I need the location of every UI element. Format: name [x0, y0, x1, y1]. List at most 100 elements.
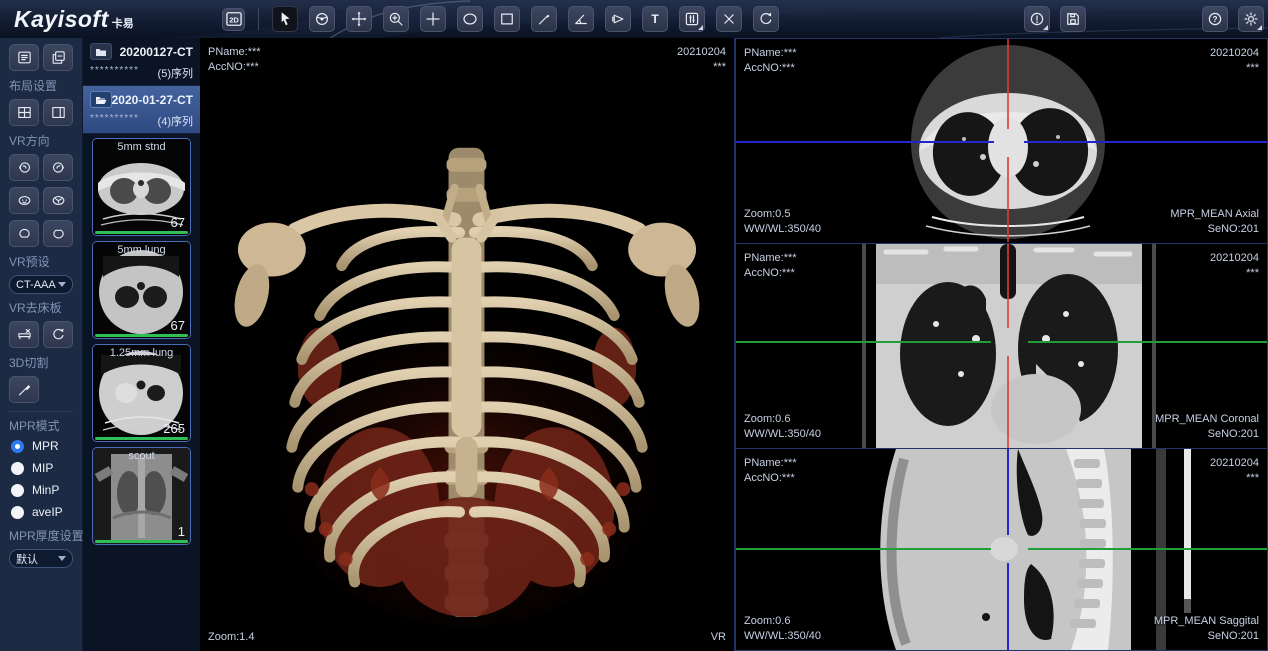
vr-head-bottom-button[interactable] [43, 220, 73, 247]
mpr-thickness-select[interactable]: 默认 [9, 549, 73, 568]
text-annotation-button[interactable]: T [642, 6, 668, 32]
chevron-down-icon [58, 556, 66, 561]
reset-view-button[interactable] [753, 6, 779, 32]
vr-head-front-button[interactable] [9, 187, 39, 214]
cursor-select-button[interactable] [272, 6, 298, 32]
study-title: 20200127-CT [120, 45, 193, 59]
masked-value: *** [1210, 61, 1259, 76]
measure-line-icon [535, 10, 553, 28]
text-annotation-icon: T [646, 10, 664, 28]
measure-angle-button[interactable] [568, 6, 594, 32]
zoom-magnifier-icon [387, 10, 405, 28]
vr-overlay-bottom-right: VR [711, 630, 726, 645]
ellipse-roi-icon [461, 10, 479, 28]
vr-head-right-button[interactable] [43, 154, 73, 181]
mpr-plane-label: MPR_MEAN Coronal [1155, 412, 1259, 427]
radio-label: MinP [32, 483, 59, 497]
series-number: SeNO:201 [1170, 222, 1259, 237]
vr-head-right-icon [50, 159, 67, 176]
vr-preset-select[interactable]: CT-AAA [9, 275, 73, 294]
vr-head-top-button[interactable] [9, 220, 39, 247]
mpr-mode-option-aveip[interactable]: aveIP [11, 505, 73, 519]
radio-unchecked-icon [11, 484, 24, 497]
window-level: WW/WL:350/40 [744, 427, 821, 442]
layout-grid-button[interactable] [9, 99, 39, 126]
study-title: 2020-01-27-CT [112, 93, 193, 107]
info-button[interactable] [1024, 6, 1050, 32]
mpr-thickness-value: 默认 [16, 551, 38, 567]
remove-bed-button[interactable] [9, 321, 39, 348]
rectangle-roi-icon [498, 10, 516, 28]
vr-head-back-button[interactable] [43, 187, 73, 214]
thumbnail-1-25mm-lung[interactable]: 1.25mm lung 265 [92, 344, 191, 442]
zoom-button[interactable] [383, 6, 409, 32]
thumbnail-scout[interactable]: scout 1 [92, 447, 191, 545]
vr-head-front-icon [16, 192, 33, 209]
fly-through-button[interactable] [605, 6, 631, 32]
vr-overlay-bottom-left: Zoom:1.4 [208, 630, 254, 645]
svg-text:?: ? [1213, 15, 1218, 24]
patient-name: PName:*** [744, 456, 797, 471]
measure-line-button[interactable] [531, 6, 557, 32]
2d-view-icon: 2D [224, 9, 244, 29]
scalpel-icon [16, 381, 33, 398]
main-area: 布局设置 VR方向 [0, 38, 1268, 651]
zoom-factor: Zoom:0.5 [744, 207, 821, 222]
mpr-sagittal-viewport[interactable]: PName:***AccNO:*** 20210204*** Zoom:0.6W… [735, 448, 1268, 651]
3d-cut-label: 3D切割 [9, 354, 73, 371]
layout-right-column-icon [50, 104, 67, 121]
reset-rotate-icon [50, 326, 67, 343]
help-button[interactable]: ? [1202, 6, 1228, 32]
bed-remove-icon [16, 326, 33, 343]
thumbnail-image-count: 67 [171, 215, 185, 230]
toolbar-divider [258, 8, 259, 30]
study-item-2-selected[interactable]: 2020-01-27-CT ********** (4)序列 [83, 86, 200, 134]
crosshair-button[interactable] [420, 6, 446, 32]
crosshair-icon [424, 10, 442, 28]
accession-number: AccNO:*** [208, 60, 261, 75]
mpr-coronal-viewport[interactable]: PName:***AccNO:*** 20210204*** Zoom:0.6W… [735, 243, 1268, 448]
settings-button[interactable] [1238, 6, 1264, 32]
pan-button[interactable] [346, 6, 372, 32]
layout-right-column-button[interactable] [43, 99, 73, 126]
folder-open-icon[interactable] [90, 91, 112, 108]
thumbnail-5mm-stnd[interactable]: 5mm stnd 67 [92, 138, 191, 236]
thumbnail-image-count: 67 [171, 318, 185, 333]
vr-3d-viewport[interactable]: PName:*** AccNO:*** 20210204 *** Zoom:1.… [200, 38, 735, 651]
vr-remove-bed-label: VR去床板 [9, 299, 73, 316]
folder-closed-icon[interactable] [90, 43, 112, 60]
vr-head-left-button[interactable] [9, 154, 39, 181]
rectangle-roi-button[interactable] [494, 6, 520, 32]
mpr-mode-option-mip[interactable]: MIP [11, 461, 73, 475]
left-tool-sidebar: 布局设置 VR方向 [0, 38, 83, 651]
thumbnail-progress-bar [95, 231, 188, 234]
window-level-presets-button[interactable] [679, 6, 705, 32]
study-series-count: (5)序列 [158, 65, 193, 81]
mpr-mode-option-minp[interactable]: MinP [11, 483, 73, 497]
masked-value: *** [1210, 266, 1259, 281]
radio-unchecked-icon [11, 462, 24, 475]
pan-icon [350, 10, 368, 28]
layout-copy-button[interactable] [43, 44, 73, 71]
mpr-axial-viewport[interactable]: PName:***AccNO:*** 20210204*** Zoom:0.5W… [735, 38, 1268, 243]
layout-panel-button[interactable] [9, 44, 39, 71]
dropdown-corner-mark [1257, 25, 1262, 30]
series-number: SeNO:201 [1155, 427, 1259, 442]
thumbnail-5mm-lung[interactable]: 5mm lung 67 [92, 241, 191, 339]
2d-view-button[interactable]: 2D [222, 8, 245, 31]
mpr-mode-option-mpr[interactable]: MPR [11, 439, 73, 453]
mpr-panel-stack: PName:***AccNO:*** 20210204*** Zoom:0.5W… [735, 38, 1268, 651]
delete-annotation-button[interactable] [716, 6, 742, 32]
reset-bed-button[interactable] [43, 321, 73, 348]
window-level: WW/WL:350/40 [744, 629, 821, 644]
dropdown-corner-mark [1043, 25, 1048, 30]
radio-label: MPR [32, 439, 59, 453]
ellipse-roi-button[interactable] [457, 6, 483, 32]
fly-through-icon [609, 10, 627, 28]
study-item-1[interactable]: 20200127-CT ********** (5)序列 [83, 38, 200, 86]
rotate-3d-button[interactable] [309, 6, 335, 32]
3d-cut-button[interactable] [9, 376, 39, 403]
save-button[interactable] [1060, 6, 1086, 32]
vr-preset-label: VR预设 [9, 253, 73, 270]
svg-text:T: T [651, 12, 659, 26]
